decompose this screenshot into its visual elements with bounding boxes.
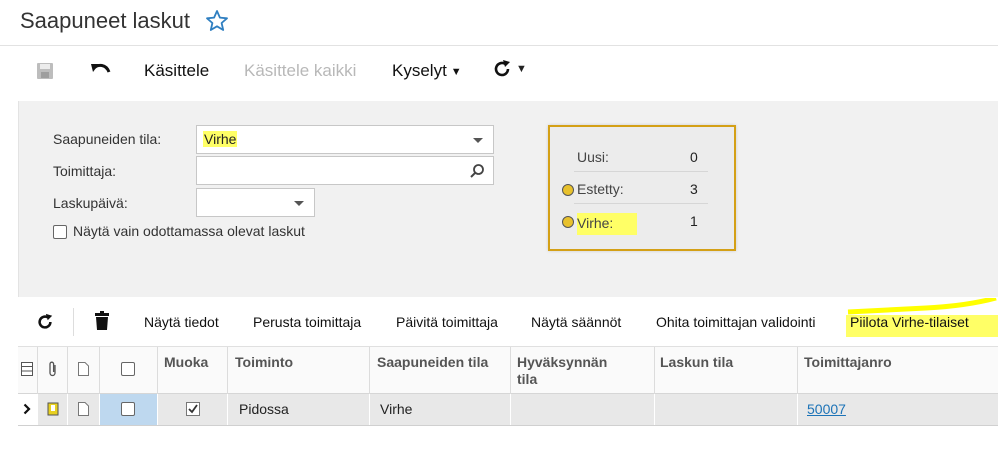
- col-action[interactable]: Toiminto: [228, 347, 370, 394]
- favorite-star-icon[interactable]: [205, 9, 229, 33]
- row-select-checkbox[interactable]: [121, 402, 135, 416]
- main-toolbar: Käsittele Käsittele kaikki Kyselyt ▼ ▼: [0, 47, 998, 100]
- update-vendor-button[interactable]: Päivitä toimittaja: [396, 314, 498, 330]
- row-incoming-status-cell[interactable]: Virhe: [370, 394, 511, 425]
- select-all-checkbox[interactable]: [121, 362, 135, 376]
- column-header: Toimittajanro: [804, 354, 892, 370]
- show-rules-button[interactable]: Näytä säännöt: [531, 314, 621, 330]
- row-invoice-status-cell[interactable]: [655, 394, 798, 425]
- col-select-all[interactable]: [100, 347, 158, 394]
- chevron-down-icon: ▼: [450, 65, 462, 78]
- skip-vendor-validation-button[interactable]: Ohita toimittajan validointi: [656, 314, 816, 330]
- invoice-date-select[interactable]: [196, 188, 315, 217]
- column-header: Toiminto: [235, 354, 294, 370]
- undo-icon[interactable]: [90, 61, 112, 81]
- summary-row-error[interactable]: Virhe: 1: [550, 206, 734, 236]
- col-notes[interactable]: [68, 347, 100, 394]
- chevron-down-icon: [473, 138, 483, 143]
- status-select[interactable]: Virhe: [196, 125, 494, 154]
- file-attachment-icon: [47, 402, 59, 416]
- document-icon: [78, 362, 89, 376]
- summary-label: Estetty:: [577, 181, 624, 197]
- divider: [73, 308, 74, 336]
- column-header: Laskun tila: [660, 354, 734, 370]
- divider: [574, 171, 708, 172]
- process-all-button[interactable]: Käsittele kaikki: [244, 61, 356, 81]
- queries-dropdown[interactable]: Kyselyt ▼: [392, 61, 462, 81]
- search-icon[interactable]: [469, 163, 485, 179]
- warning-icon: [562, 184, 574, 196]
- row-approval-status-cell[interactable]: [511, 394, 655, 425]
- hide-error-items-button[interactable]: Piilota Virhe-tilaiset: [850, 314, 969, 330]
- paperclip-icon: [49, 361, 56, 377]
- summary-count: 0: [690, 149, 698, 165]
- chevron-down-icon: [294, 201, 304, 206]
- save-icon[interactable]: [36, 62, 54, 80]
- refresh-icon[interactable]: [36, 313, 54, 331]
- row-action-cell[interactable]: Pidossa: [228, 394, 370, 425]
- summary-row-new[interactable]: Uusi: 0: [550, 142, 734, 172]
- col-attachments[interactable]: [38, 347, 68, 394]
- warning-icon: [562, 216, 574, 228]
- summary-row-blocked[interactable]: Estetty: 3: [550, 174, 734, 204]
- chevron-down-icon: ▼: [516, 63, 527, 75]
- row-select-cell[interactable]: [100, 394, 158, 425]
- vendor-no-link[interactable]: 50007: [807, 401, 846, 417]
- vendor-label: Toimittaja:: [53, 163, 117, 179]
- show-details-button[interactable]: Näytä tiedot: [144, 314, 219, 330]
- queries-label: Kyselyt: [392, 61, 447, 80]
- col-approval-status[interactable]: Hyväksynnän tila: [511, 347, 655, 394]
- column-header: Muoka: [164, 354, 209, 370]
- pending-only-checkbox[interactable]: [53, 225, 67, 239]
- filter-panel: Saapuneiden tila: Virhe Toimittaja: Lask…: [18, 101, 998, 297]
- process-button[interactable]: Käsittele: [144, 61, 209, 81]
- delete-icon[interactable]: [94, 311, 110, 331]
- checkmark-icon: [188, 404, 198, 414]
- refresh-dropdown[interactable]: ▼: [492, 59, 527, 79]
- summary-count: 3: [690, 181, 698, 197]
- status-summary: Uusi: 0 Estetty: 3 Virhe: 1: [548, 125, 736, 251]
- columns-icon[interactable]: [21, 362, 33, 376]
- column-header: Saapuneiden tila: [377, 354, 489, 370]
- edit-checkbox[interactable]: [186, 402, 200, 416]
- page-title: Saapuneet laskut: [20, 8, 191, 33]
- chevron-right-icon: [23, 403, 31, 415]
- grid-header: Muoka Toiminto Saapuneiden tila Hyväksyn…: [18, 346, 998, 394]
- col-vendor-no[interactable]: Toimittajanro: [798, 347, 998, 394]
- row-indicator: [18, 394, 38, 425]
- status-value: Virhe: [203, 131, 238, 147]
- summary-label: Virhe:: [577, 213, 638, 235]
- col-invoice-status[interactable]: Laskun tila: [655, 347, 798, 394]
- create-vendor-button[interactable]: Perusta toimittaja: [253, 314, 361, 330]
- row-edit-cell[interactable]: [158, 394, 228, 425]
- row-vendor-no-cell[interactable]: 50007: [798, 394, 998, 425]
- divider: [574, 203, 708, 204]
- incoming-status-value: Virhe: [380, 401, 413, 417]
- document-icon: [78, 402, 89, 416]
- action-value: Pidossa: [239, 401, 289, 417]
- grid-toolbar: Näytä tiedot Perusta toimittaja Päivitä …: [18, 298, 998, 346]
- col-edit[interactable]: Muoka: [158, 347, 228, 394]
- table-row[interactable]: Pidossa Virhe 50007: [18, 394, 998, 426]
- column-header: Hyväksynnän tila: [517, 354, 608, 387]
- col-incoming-status[interactable]: Saapuneiden tila: [370, 347, 511, 394]
- refresh-icon: [494, 60, 510, 77]
- row-note-cell[interactable]: [68, 394, 100, 425]
- row-attachment-cell[interactable]: [38, 394, 68, 425]
- status-label: Saapuneiden tila:: [53, 131, 162, 147]
- invoice-date-label: Laskupäivä:: [53, 195, 128, 211]
- vendor-input[interactable]: [196, 156, 494, 185]
- col-row-indicator: [18, 347, 38, 394]
- pending-only-label: Näytä vain odottamassa olevat laskut: [73, 223, 305, 239]
- title-bar: Saapuneet laskut: [0, 0, 998, 46]
- summary-count: 1: [690, 213, 698, 229]
- summary-label: Uusi:: [577, 149, 609, 165]
